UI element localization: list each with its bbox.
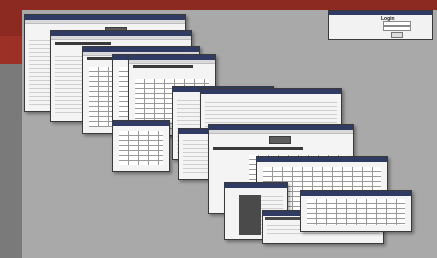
screenshot-grid-small bbox=[300, 190, 412, 232]
window-titlebar bbox=[113, 121, 169, 126]
screenshot-chart-b bbox=[112, 120, 170, 172]
window-menubar bbox=[129, 60, 215, 64]
bar-column bbox=[239, 195, 261, 235]
login-submit-button[interactable] bbox=[391, 32, 403, 38]
window-heading bbox=[133, 65, 193, 68]
window-heading bbox=[213, 147, 303, 150]
window-titlebar bbox=[201, 89, 341, 94]
window-heading bbox=[55, 42, 111, 45]
background-band-left bbox=[0, 64, 22, 258]
window-titlebar bbox=[225, 183, 287, 188]
window-menubar bbox=[209, 130, 353, 134]
window-titlebar bbox=[301, 191, 411, 196]
chart-grid bbox=[119, 131, 163, 165]
window-menubar bbox=[51, 36, 191, 40]
login-password-field[interactable] bbox=[383, 26, 411, 31]
data-grid bbox=[307, 199, 405, 225]
login-window: Login bbox=[328, 10, 433, 40]
app-logo bbox=[269, 136, 291, 144]
window-menubar bbox=[25, 20, 185, 24]
login-titlebar bbox=[329, 11, 432, 15]
window-titlebar bbox=[257, 157, 387, 162]
